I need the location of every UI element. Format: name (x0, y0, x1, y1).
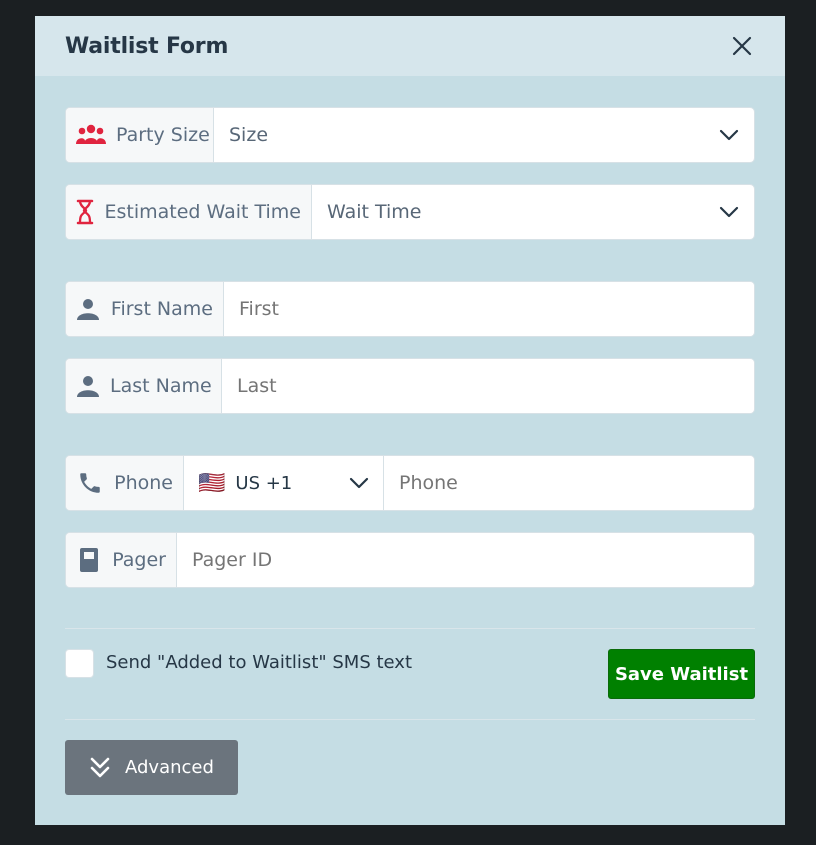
waitlist-modal: Waitlist Form Party Size Size Estimated … (35, 16, 785, 825)
us-flag-icon: 🇺🇸 (198, 470, 226, 496)
party-size-label: Party Size (116, 124, 210, 146)
phone-icon (76, 468, 104, 498)
first-name-addon: First Name (66, 282, 224, 336)
double-chevron-down-icon (90, 757, 110, 777)
hourglass-icon (76, 197, 94, 227)
country-code-select[interactable]: 🇺🇸 US +1 (184, 456, 384, 510)
party-size-addon: Party Size (66, 108, 214, 162)
wait-time-select[interactable]: Wait Time (312, 185, 754, 239)
last-name-addon: Last Name (66, 359, 222, 413)
first-name-input[interactable] (224, 282, 754, 336)
pager-field: Pager (65, 532, 755, 588)
pager-addon: Pager (66, 533, 177, 587)
pager-input[interactable] (177, 533, 754, 587)
wait-time-label: Estimated Wait Time (104, 201, 301, 223)
pager-icon (76, 545, 102, 575)
first-name-field: First Name (65, 281, 755, 337)
phone-addon: Phone (66, 456, 184, 510)
advanced-label: Advanced (125, 757, 214, 778)
divider (65, 719, 755, 720)
party-size-select[interactable]: Size (214, 108, 754, 162)
phone-input[interactable] (384, 456, 754, 510)
modal-header: Waitlist Form (35, 16, 785, 76)
close-icon (732, 36, 752, 56)
chevron-down-icon (719, 206, 739, 218)
group-icon (76, 120, 106, 150)
last-name-label: Last Name (110, 375, 212, 397)
modal-title: Waitlist Form (65, 33, 229, 59)
person-icon (76, 294, 101, 324)
person-icon (76, 371, 100, 401)
divider (65, 628, 755, 629)
wait-time-addon: Estimated Wait Time (66, 185, 312, 239)
pager-label: Pager (112, 549, 166, 571)
chevron-down-icon (349, 477, 369, 489)
advanced-button[interactable]: Advanced (65, 740, 238, 795)
party-size-value: Size (229, 124, 269, 146)
phone-field: Phone 🇺🇸 US +1 (65, 455, 755, 511)
close-button[interactable] (729, 33, 755, 59)
sms-checkbox-label: Send "Added to Waitlist" SMS text (106, 651, 412, 673)
sms-option: Send "Added to Waitlist" SMS text (65, 649, 412, 678)
wait-time-field: Estimated Wait Time Wait Time (65, 184, 755, 240)
party-size-field: Party Size Size (65, 107, 755, 163)
chevron-down-icon (719, 129, 739, 141)
last-name-field: Last Name (65, 358, 755, 414)
sms-checkbox[interactable] (65, 649, 94, 678)
last-name-input[interactable] (222, 359, 754, 413)
country-code-value: US +1 (235, 472, 293, 494)
save-waitlist-button[interactable]: Save Waitlist (608, 649, 755, 699)
wait-time-value: Wait Time (327, 201, 422, 223)
first-name-label: First Name (110, 298, 213, 320)
phone-label: Phone (114, 472, 173, 494)
